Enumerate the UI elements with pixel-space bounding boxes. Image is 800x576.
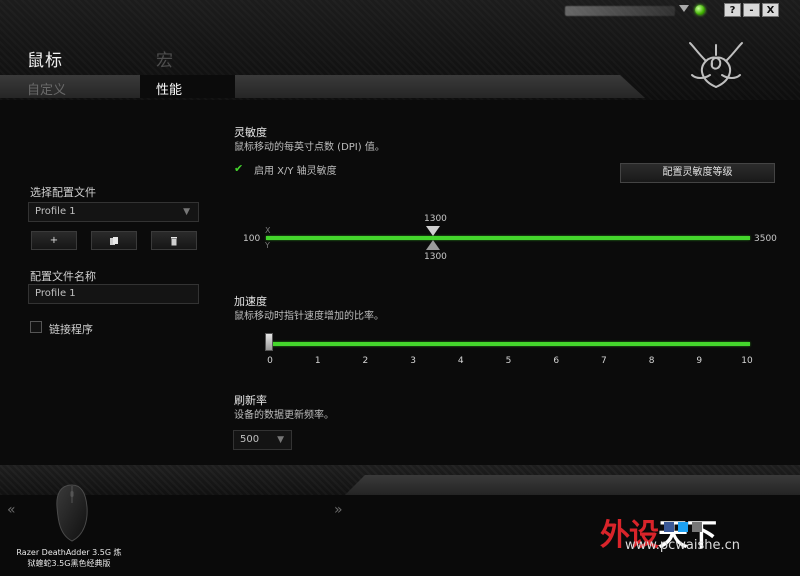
profile-name-label: 配置文件名称 (30, 270, 96, 283)
watermark-url: www.pcwaishe.cn (625, 538, 740, 553)
razer-logo-icon (689, 42, 743, 88)
acceleration-slider-track[interactable] (268, 342, 750, 346)
subtab-strip (0, 75, 645, 98)
minimize-button[interactable]: - (743, 3, 760, 17)
copy-profile-button[interactable] (91, 231, 137, 250)
acceleration-tick-7: 7 (601, 356, 607, 366)
acceleration-tick-3: 3 (410, 356, 416, 366)
acceleration-tick-0: 0 (267, 356, 273, 366)
mail-icon (692, 522, 702, 532)
online-status-icon (695, 5, 705, 15)
acceleration-tick-10: 10 (741, 356, 753, 366)
mouse-device-icon[interactable] (50, 483, 94, 543)
acceleration-tick-6: 6 (553, 356, 560, 366)
copy-icon (110, 237, 118, 245)
delete-profile-button[interactable] (151, 231, 197, 250)
profile-selected-value: Profile 1 (35, 206, 76, 217)
acceleration-slider-handle[interactable] (265, 333, 273, 351)
polling-rate-dropdown[interactable]: 500 ▼ (233, 430, 292, 450)
y-axis-label: Y (265, 241, 270, 250)
sensitivity-y-value: 1300 (424, 252, 447, 262)
tab-customize[interactable]: 自定义 (27, 79, 66, 98)
profile-dropdown[interactable]: Profile 1 ▼ (28, 202, 199, 222)
acceleration-tick-4: 4 (457, 356, 464, 366)
trash-icon (171, 237, 177, 246)
acceleration-tick-1: 1 (314, 356, 321, 366)
link-program-label: 链接程序 (49, 323, 93, 336)
twitter-icon (678, 522, 688, 532)
link-program-checkbox[interactable] (30, 321, 42, 333)
tab-macro[interactable]: 宏 (156, 46, 174, 71)
sensitivity-max-label: 3500 (754, 234, 777, 244)
sensitivity-slider-track[interactable] (266, 236, 750, 240)
sensitivity-min-label: 100 (243, 234, 261, 244)
profile-select-label: 选择配置文件 (30, 186, 96, 199)
close-button[interactable]: X (762, 3, 779, 17)
sensitivity-description: 鼠标移动的每英寸点数 (DPI) 值。 (234, 142, 385, 153)
acceleration-tick-5: 5 (505, 356, 512, 366)
profile-name-input[interactable]: Profile 1 (28, 284, 199, 304)
tab-performance[interactable]: 性能 (156, 79, 182, 98)
acceleration-tick-2: 2 (362, 356, 369, 366)
enable-xy-checkbox[interactable]: ✔ (234, 163, 243, 175)
polling-rate-description: 设备的数据更新频率。 (234, 410, 334, 421)
polling-rate-value: 500 (240, 434, 260, 445)
device-name-line1: Razer DeathAdder 3.5G 炼 (16, 548, 122, 557)
help-button[interactable]: ? (724, 3, 741, 17)
add-profile-button[interactable]: + (31, 231, 77, 250)
acceleration-description: 鼠标移动时指针速度增加的比率。 (234, 311, 384, 322)
enable-xy-label: 启用 X/Y 轴灵敏度 (254, 166, 337, 177)
account-dropdown-icon[interactable] (679, 5, 689, 12)
acceleration-tick-9: 9 (696, 356, 703, 366)
tab-mouse[interactable]: 鼠标 (27, 46, 63, 71)
facebook-icon (664, 522, 674, 532)
sensitivity-slider-handle[interactable] (425, 225, 441, 251)
configure-sensitivity-stages-button[interactable]: 配置灵敏度等级 (620, 163, 775, 183)
device-name-line2: 狱蝰蛇3.5G黑色经典版 (27, 559, 111, 568)
acceleration-tick-8: 8 (648, 356, 655, 366)
x-axis-label: X (265, 226, 271, 235)
device-next-button[interactable]: » (334, 502, 343, 518)
sensitivity-x-value: 1300 (424, 214, 447, 224)
footer-notch (345, 475, 800, 495)
chevron-down-icon: ▼ (183, 207, 190, 217)
device-prev-button[interactable]: « (7, 502, 16, 518)
subtab-active-indicator (140, 75, 235, 98)
chevron-down-icon: ▼ (277, 435, 284, 445)
user-account-label[interactable] (565, 6, 675, 16)
